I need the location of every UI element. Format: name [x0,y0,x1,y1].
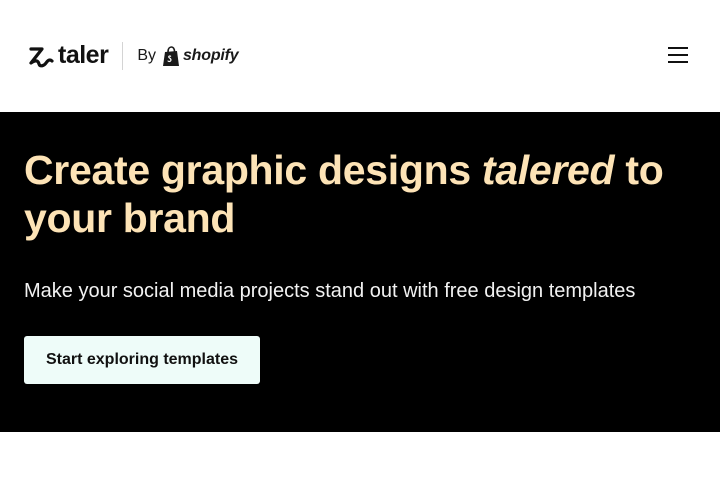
logo-wordmark: taler [58,40,109,69]
brand-divider [122,42,124,70]
hero-title-emphasis: talered [481,147,615,193]
partner-wordmark: shopify [182,47,239,64]
hamburger-menu-icon[interactable] [668,46,688,64]
hero-title: Create graphic designs talered to your b… [24,146,704,242]
hero-title-start: Create graphic designs [24,147,482,193]
below-hero-area [0,432,720,480]
taler-swirl-icon [29,47,54,68]
hero-subtitle: Make your social media projects stand ou… [24,280,636,302]
taler-logo-link[interactable]: taler [28,40,109,69]
site-header: taler By shopify [0,0,720,112]
brand-lockup: taler By shopify [28,40,239,70]
menu-bar [668,54,688,56]
shopify-bag-icon [162,45,179,66]
start-exploring-button[interactable]: Start exploring templates [24,336,260,384]
menu-bar [668,47,688,49]
menu-bar [668,61,688,63]
by-label: By [137,47,156,64]
